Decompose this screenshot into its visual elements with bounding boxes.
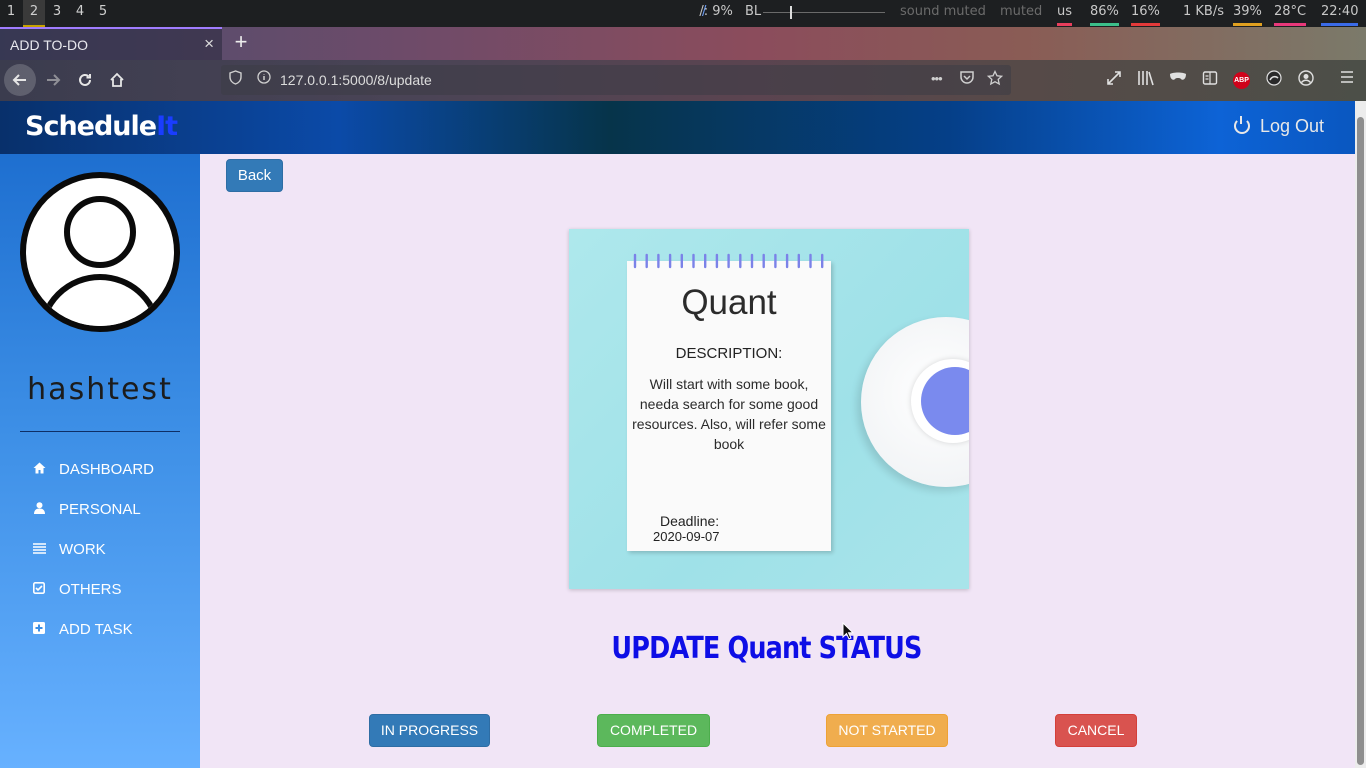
swap-usage-text: 16% <box>1131 4 1160 19</box>
not-started-button[interactable]: NOT STARTED <box>826 714 948 747</box>
temperature: 28°C <box>1274 0 1307 27</box>
url-text: 127.0.0.1:5000/8/update <box>280 72 432 88</box>
memory-usage-text: 86% <box>1090 4 1119 19</box>
private-mask-icon[interactable] <box>1167 70 1189 88</box>
coffee-cup-image <box>911 359 969 443</box>
logout-label: Log Out <box>1259 116 1324 136</box>
disk-usage-text: /: 9% <box>699 4 733 19</box>
shield-icon[interactable] <box>229 70 242 88</box>
brightness-slider-knob <box>790 6 792 19</box>
plus-square-icon <box>32 618 46 642</box>
list-icon <box>32 538 46 562</box>
update-status-heading: UPDATE Quant STATUS <box>611 631 922 666</box>
library-icon[interactable] <box>1135 70 1157 90</box>
home-icon[interactable] <box>101 64 133 96</box>
clock-text: 22:40 <box>1321 4 1359 19</box>
browser-tab-bar: ADD TO-DO × + <box>0 27 1366 60</box>
check-square-icon <box>32 578 46 602</box>
network-speed: 1 KB/s <box>1183 4 1224 19</box>
clock: 22:40 <box>1321 0 1359 27</box>
brand-main-text: Schedule <box>25 111 157 142</box>
keyboard-layout: us <box>1057 0 1073 27</box>
sound-status: sound muted <box>900 4 986 19</box>
new-tab-button[interactable]: + <box>230 29 252 55</box>
temperature-text: 28°C <box>1274 4 1307 19</box>
tab-title: ADD TO-DO <box>10 37 89 53</box>
coffee-fill-image <box>921 367 969 435</box>
bookmark-star-icon[interactable] <box>986 69 1004 89</box>
workspace-4[interactable]: 4 <box>69 0 91 27</box>
sidebar-item-add-task[interactable]: ADD TASK <box>32 618 133 642</box>
adblock-icon[interactable]: ABP <box>1233 72 1250 89</box>
workspace-3[interactable]: 3 <box>46 0 68 27</box>
notepad: Quant DESCRIPTION: Will start with some … <box>627 253 831 551</box>
avatar <box>20 172 180 332</box>
sidebar-item-work[interactable]: WORK <box>32 538 106 562</box>
browser-tab-active[interactable]: ADD TO-DO × <box>0 27 222 60</box>
brand-logo[interactable]: ScheduleIt <box>25 111 178 142</box>
pocket-icon[interactable] <box>959 70 975 88</box>
notepad-spiral-binding <box>633 253 824 269</box>
task-description: Will start with some book, needa search … <box>632 376 826 452</box>
memory-usage: 86% <box>1090 0 1119 27</box>
brightness-slider-track <box>763 12 885 13</box>
mic-status: muted <box>1000 4 1043 19</box>
app-header: ScheduleIt Log Out <box>0 101 1355 154</box>
deadline-label: Deadline: <box>660 513 720 529</box>
coffee-saucer-image <box>861 317 969 487</box>
user-icon <box>32 498 46 522</box>
in-progress-button[interactable]: IN PROGRESS <box>369 714 490 747</box>
sidebar-item-label: OTHERS <box>59 581 122 598</box>
workspace-5[interactable]: 5 <box>92 0 114 27</box>
keyboard-layout-text: us <box>1057 4 1073 19</box>
fullscreen-icon[interactable] <box>1103 70 1125 90</box>
username: hashtest <box>27 372 173 407</box>
sidebar-item-dashboard[interactable]: DASHBOARD <box>32 458 154 482</box>
description-label: DESCRIPTION: <box>675 345 783 362</box>
sidebar-item-label: DASHBOARD <box>59 461 155 478</box>
swap-usage: 16% <box>1131 0 1160 27</box>
sidebar-item-others[interactable]: OTHERS <box>32 578 122 602</box>
page-viewport: ScheduleIt Log Out hashtest DASHBOARD PE… <box>0 101 1355 768</box>
cancel-button[interactable]: CANCEL <box>1055 714 1137 747</box>
sidebar-item-label: ADD TASK <box>59 621 133 638</box>
sidebar-item-personal[interactable]: PERSONAL <box>32 498 141 522</box>
completed-button[interactable]: COMPLETED <box>597 714 710 747</box>
sidebar-item-label: PERSONAL <box>59 501 141 518</box>
account-icon[interactable] <box>1295 70 1317 90</box>
logout-link[interactable]: Log Out <box>1233 116 1324 137</box>
system-status-bar: 1 2 3 4 5 //: 9% BL sound muted muted us… <box>0 0 1366 27</box>
sidebar: hashtest DASHBOARD PERSONAL WORK OTHERS … <box>0 154 200 768</box>
scrollbar-thumb[interactable] <box>1357 117 1364 765</box>
forward-arrow-icon[interactable] <box>37 64 69 96</box>
back-button[interactable]: Back <box>226 159 283 192</box>
battery-text: 39% <box>1233 4 1262 19</box>
avatar-head-shape <box>64 196 136 268</box>
brightness-label: BL <box>745 4 762 19</box>
menu-hamburger-icon[interactable] <box>1336 70 1358 88</box>
battery-status: 39% <box>1233 0 1262 27</box>
info-icon[interactable] <box>257 70 271 87</box>
url-bar[interactable]: 127.0.0.1:5000/8/update ••• <box>221 65 1011 95</box>
task-card: Quant DESCRIPTION: Will start with some … <box>569 229 969 589</box>
disk-usage: //: 9% <box>699 4 733 19</box>
home-icon <box>32 458 46 482</box>
brand-accent-text: It <box>156 111 178 142</box>
page-scrollbar[interactable] <box>1355 101 1366 768</box>
workspace-1[interactable]: 1 <box>0 0 22 27</box>
browser-toolbar: 127.0.0.1:5000/8/update ••• ABP <box>0 60 1366 101</box>
task-title: Quant <box>681 283 777 322</box>
back-arrow-icon[interactable] <box>4 64 36 96</box>
workspace-2[interactable]: 2 <box>23 0 45 27</box>
reload-icon[interactable] <box>69 64 101 96</box>
extension-icon[interactable] <box>1263 70 1285 90</box>
close-tab-icon[interactable]: × <box>204 34 214 54</box>
page-actions-icon[interactable]: ••• <box>931 71 943 86</box>
deadline-value: 2020-09-07 <box>653 529 720 544</box>
power-icon <box>1233 116 1250 134</box>
avatar-body-shape <box>38 274 162 326</box>
sidebar-divider <box>20 431 180 432</box>
reader-view-icon[interactable] <box>1199 70 1221 90</box>
sidebar-item-label: WORK <box>59 541 106 558</box>
